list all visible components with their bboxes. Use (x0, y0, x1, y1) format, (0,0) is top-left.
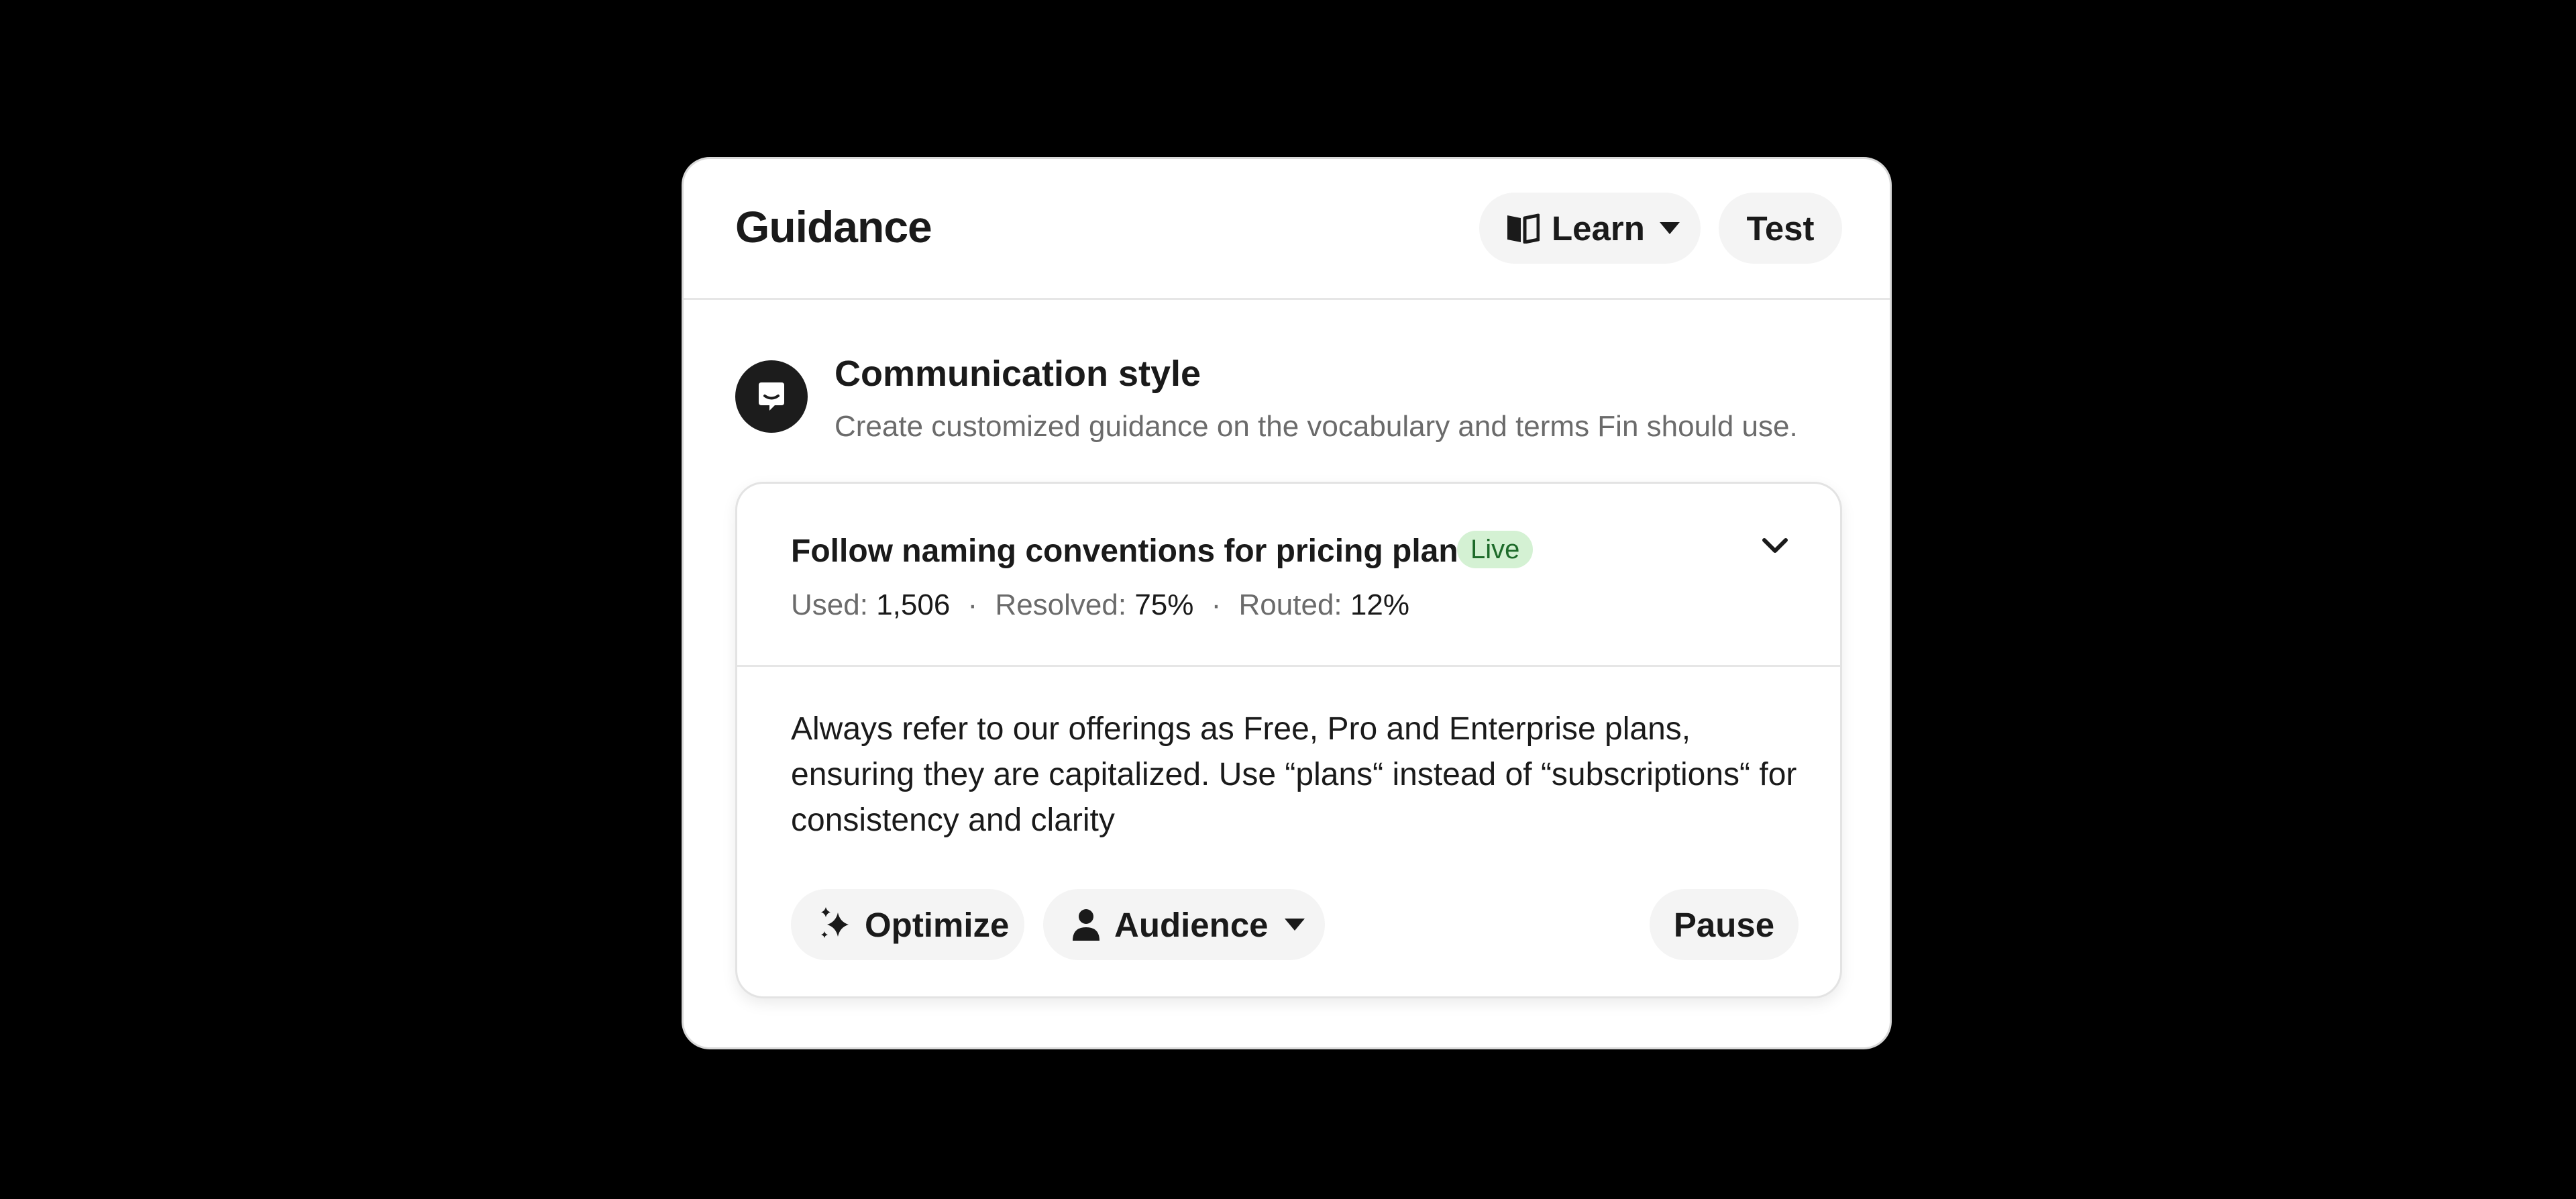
communication-style-icon (735, 360, 808, 433)
rule-title[interactable]: Follow naming conventions for pricing pl… (791, 531, 1476, 572)
stat-separator: · (1211, 588, 1222, 621)
audience-label: Audience (1114, 905, 1269, 944)
section-description: Create customized guidance on the vocabu… (835, 410, 1798, 443)
used-label: Used: (791, 588, 868, 621)
status-badge: Live (1457, 531, 1534, 568)
divider (737, 665, 1840, 667)
page-title: Guidance (735, 202, 932, 252)
learn-button[interactable]: Learn (1479, 193, 1701, 264)
pause-label: Pause (1673, 905, 1775, 944)
book-open-icon (1507, 213, 1540, 244)
chat-bubble-icon (759, 382, 784, 411)
optimize-label: Optimize (865, 905, 1010, 944)
rule-body-text: Always refer to our offerings as Free, P… (791, 711, 1797, 838)
pause-button[interactable]: Pause (1650, 889, 1799, 960)
routed-label: Routed: (1238, 588, 1342, 621)
person-icon (1073, 909, 1099, 941)
chevron-down-icon (1762, 538, 1788, 553)
optimize-button[interactable]: Optimize (791, 889, 1024, 960)
resolved-value: 75% (1134, 588, 1194, 621)
test-button[interactable]: Test (1719, 193, 1842, 264)
guidance-panel: Guidance Learn Test Communication style … (682, 157, 1892, 1049)
caret-down-icon (1284, 919, 1305, 931)
caret-down-icon (1659, 222, 1680, 234)
test-label: Test (1746, 209, 1815, 248)
learn-label: Learn (1552, 209, 1645, 248)
used-value: 1,506 (876, 588, 951, 621)
resolved-label: Resolved: (995, 588, 1127, 621)
expand-toggle[interactable] (1758, 529, 1792, 563)
panel-header: Guidance Learn Test (684, 159, 1890, 300)
sparkle-icon (821, 907, 849, 938)
audience-button[interactable]: Audience (1043, 889, 1325, 960)
rule-stats: Used: 1,506 · Resolved: 75% · Routed: 12… (791, 586, 1409, 624)
section-title: Communication style (835, 354, 1201, 394)
routed-value: 12% (1350, 588, 1409, 621)
guidance-rule-card: Follow naming conventions for pricing pl… (735, 482, 1842, 998)
stat-separator: · (967, 588, 978, 621)
